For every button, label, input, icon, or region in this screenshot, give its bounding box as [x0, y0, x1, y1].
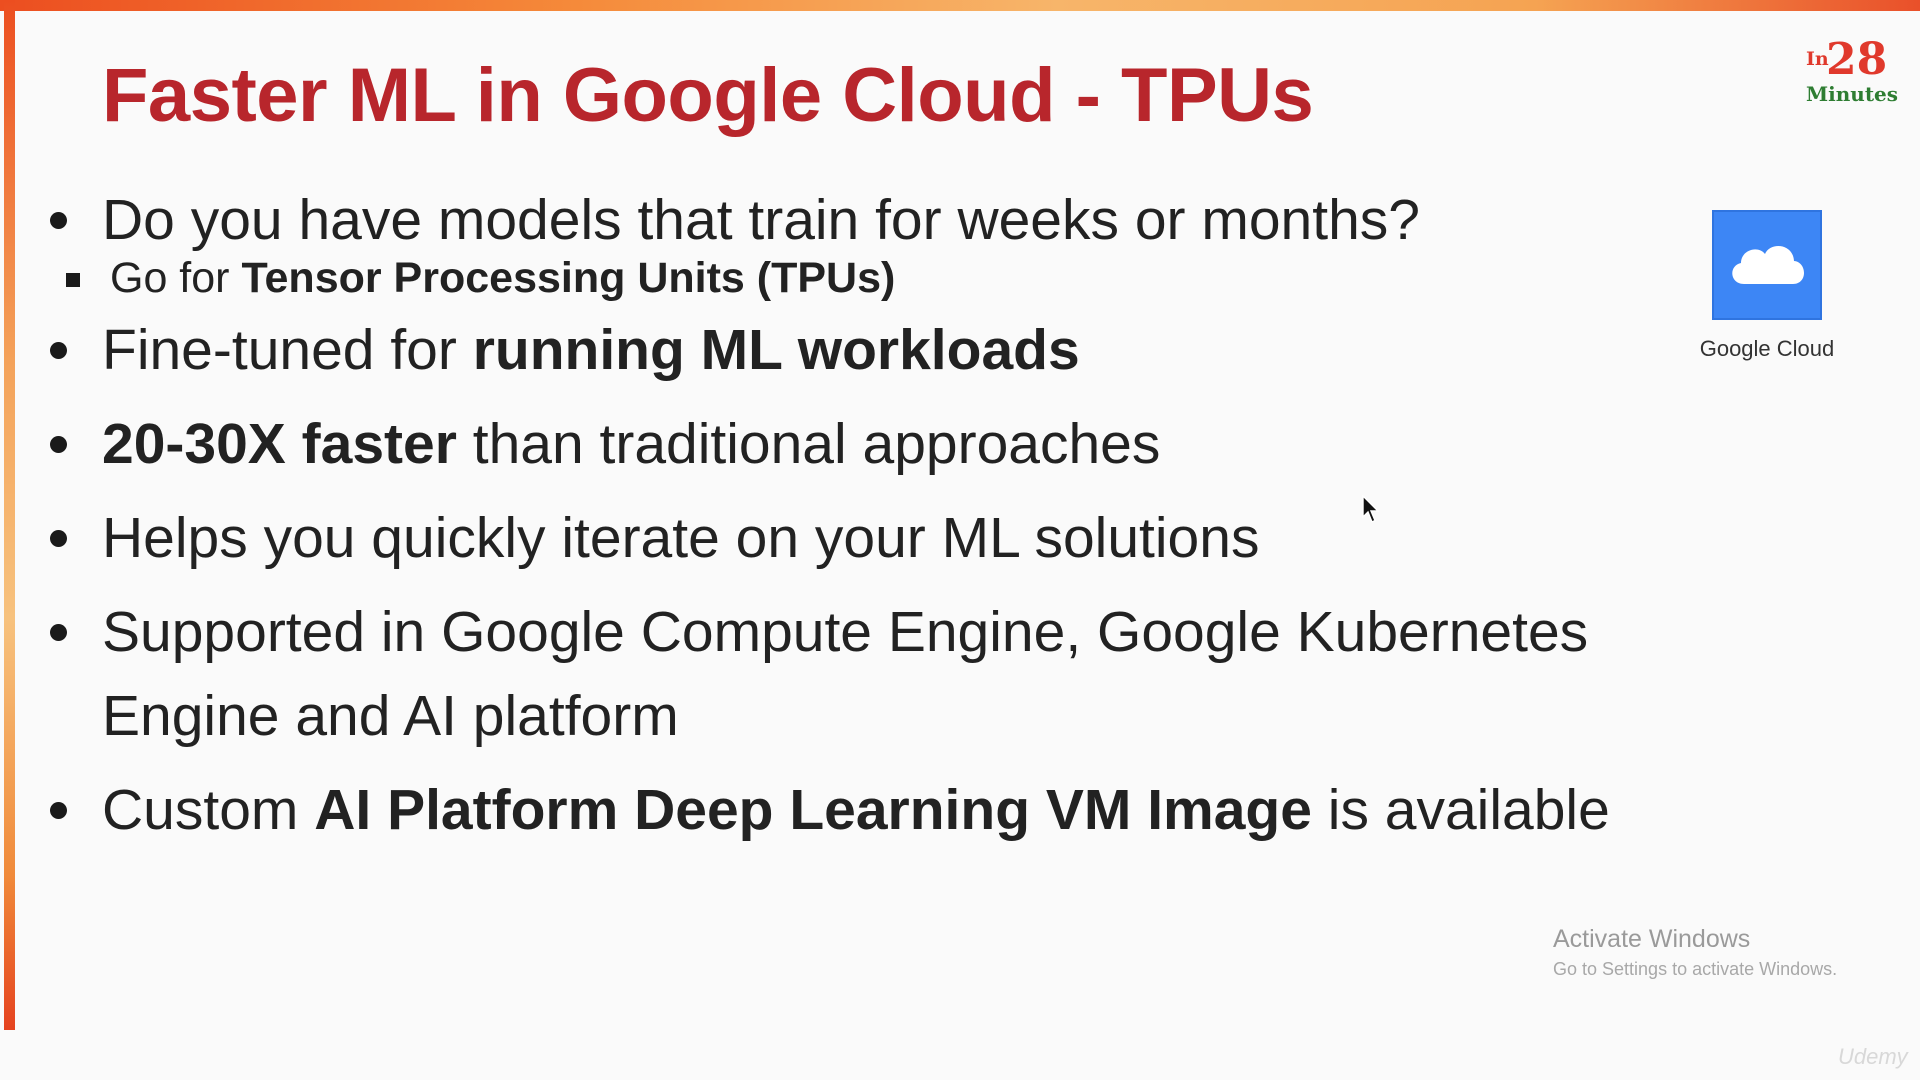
- square-bullet-icon: [66, 273, 80, 287]
- top-accent-bar: [0, 0, 1920, 11]
- bullet-item: 20-30X faster than traditional approache…: [48, 402, 1688, 486]
- bullet-dot-icon: [50, 342, 67, 359]
- slide-title: Faster ML in Google Cloud - TPUs: [102, 53, 1314, 138]
- bold-text: AI Platform Deep Learning VM Image: [314, 778, 1312, 842]
- bullet-item: Helps you quickly iterate on your ML sol…: [48, 496, 1688, 580]
- activate-windows-subtitle: Go to Settings to activate Windows.: [1553, 959, 1838, 979]
- sub-bullet-item: Go for Tensor Processing Units (TPUs): [48, 248, 1688, 308]
- mouse-cursor-icon: [1362, 495, 1380, 523]
- cloud-icon: [1732, 246, 1804, 284]
- text: Fine-tuned for: [102, 318, 473, 382]
- text: is available: [1311, 778, 1610, 842]
- text: Custom: [102, 778, 315, 842]
- bullet-dot-icon: [50, 436, 67, 453]
- bullet-dot-icon: [50, 624, 67, 641]
- bullet-gap: [48, 392, 1688, 402]
- bold-text: Tensor Processing Units (TPUs): [241, 254, 896, 302]
- text: Go for: [110, 254, 242, 302]
- text: than traditional approaches: [456, 412, 1161, 476]
- bullet-item: Fine-tuned for running ML workloads: [48, 308, 1688, 392]
- text: Do you have models that train for weeks …: [102, 188, 1420, 252]
- slide: Faster ML in Google Cloud - TPUs In 28 M…: [0, 0, 1920, 1080]
- text: Supported in Google Compute Engine, Goog…: [102, 600, 1589, 748]
- bullet-item: Supported in Google Compute Engine, Goog…: [48, 590, 1688, 758]
- text: Helps you quickly iterate on your ML sol…: [102, 506, 1260, 570]
- bullet-gap: [48, 486, 1688, 496]
- logo-number: 28: [1826, 34, 1888, 85]
- bullet-gap: [48, 758, 1688, 768]
- activate-windows-title: Activate Windows: [1553, 925, 1751, 953]
- bullet-dot-icon: [50, 212, 67, 229]
- bullet-dot-icon: [50, 802, 67, 819]
- left-accent-bar: [4, 0, 15, 1030]
- in28minutes-logo: In 28 Minutes: [1800, 34, 1900, 114]
- google-cloud-logo: [1712, 210, 1822, 320]
- udemy-watermark: Udemy: [1838, 1044, 1908, 1069]
- bullet-gap: [48, 580, 1688, 590]
- bold-text: 20-30X faster: [102, 412, 457, 476]
- bullet-dot-icon: [50, 530, 67, 547]
- logo-suffix: Minutes: [1806, 82, 1899, 106]
- bullet-list: Do you have models that train for weeks …: [48, 178, 1688, 852]
- google-cloud-label: Google Cloud: [1699, 336, 1835, 361]
- bullet-item: Custom AI Platform Deep Learning VM Imag…: [48, 768, 1688, 852]
- bold-text: running ML workloads: [472, 318, 1080, 382]
